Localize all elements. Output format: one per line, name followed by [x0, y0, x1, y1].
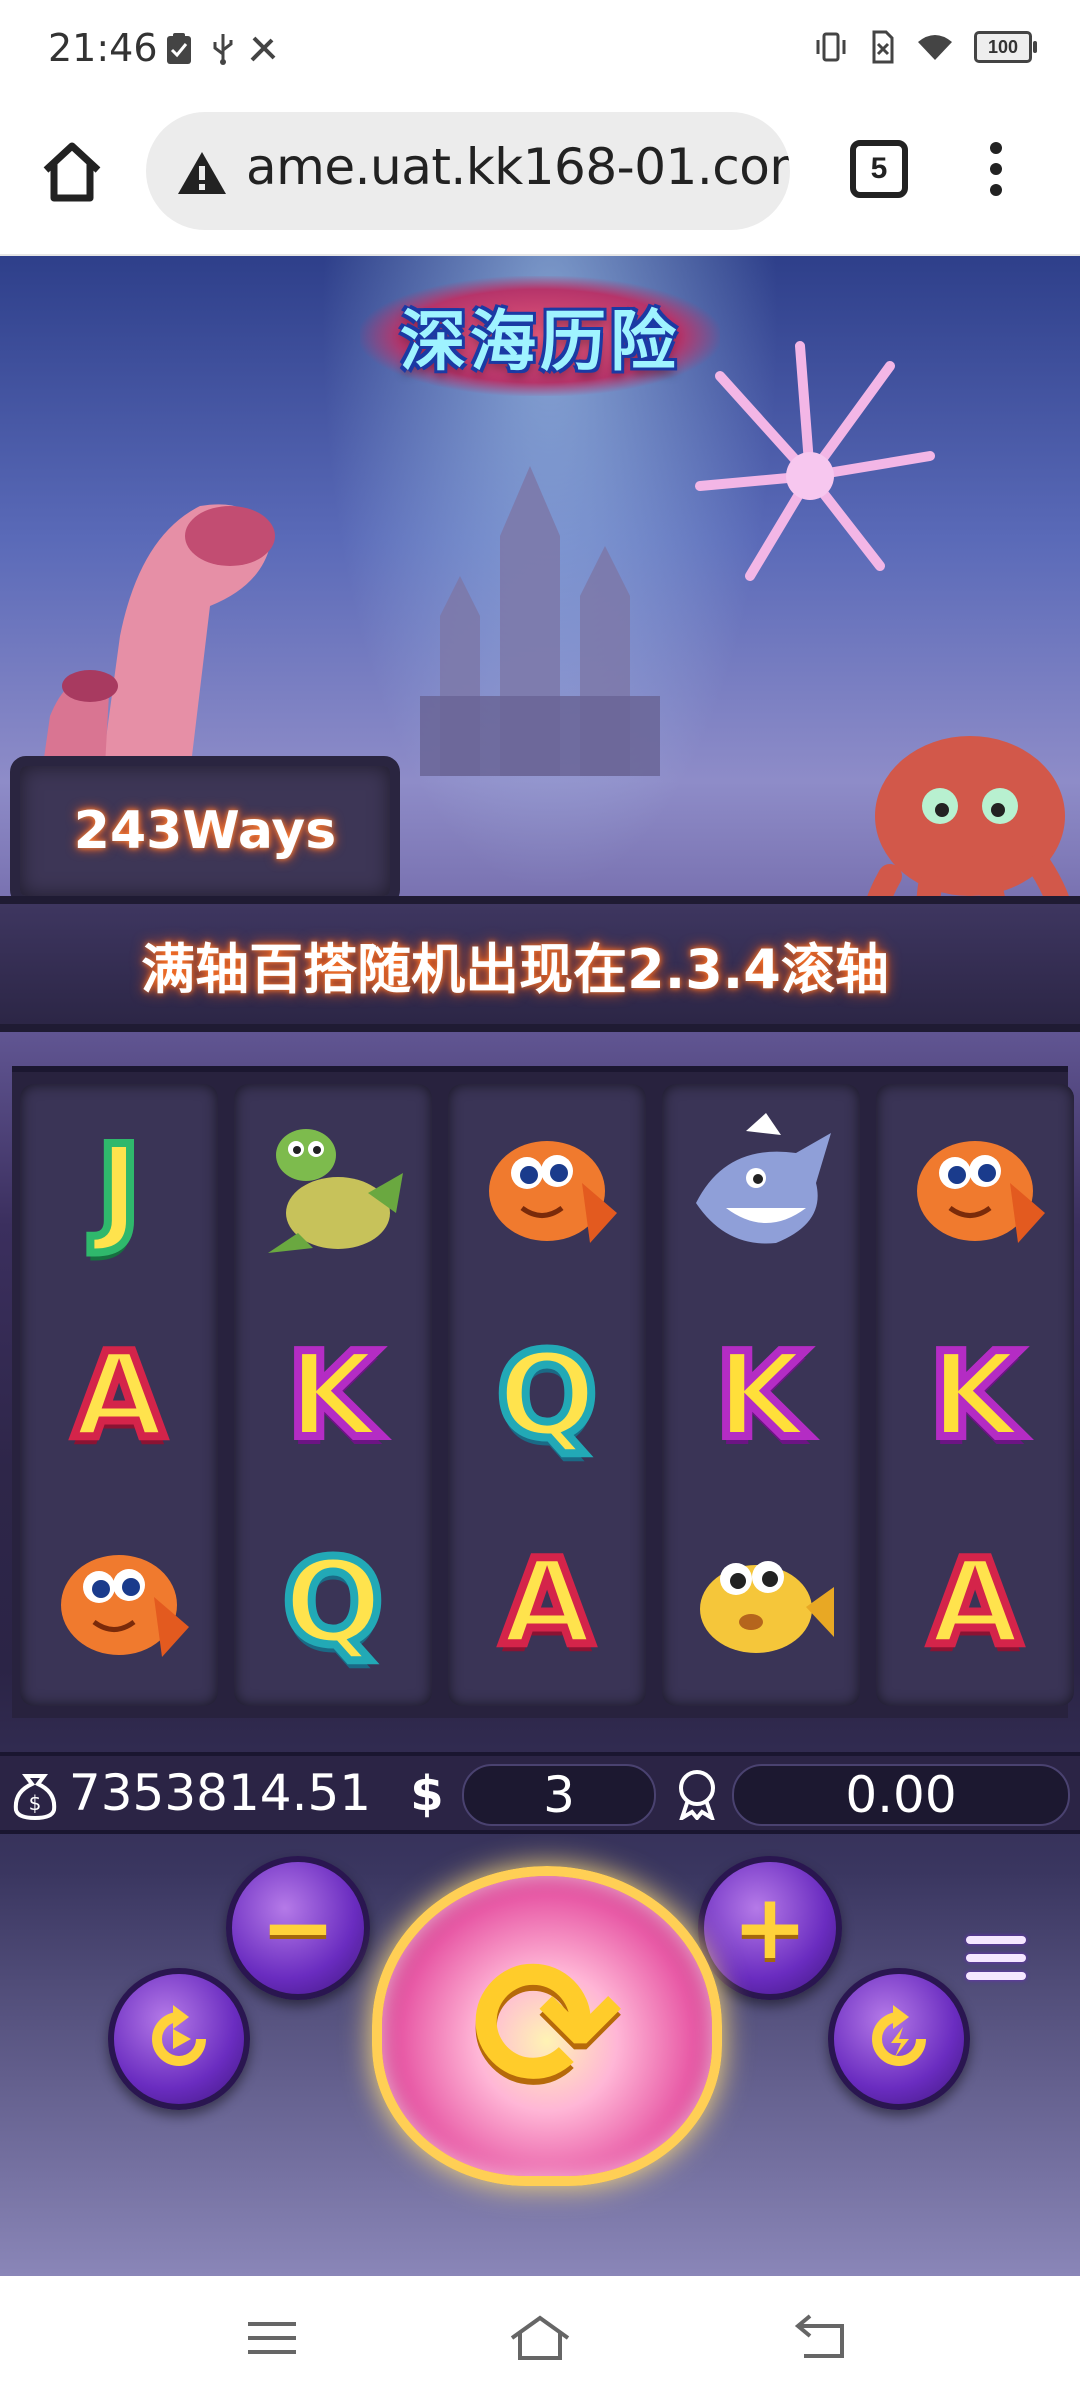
reels-grid: J A K Q Q A K K A — [12, 1066, 1074, 1718]
game-canvas[interactable]: 深海历险 243Ways 满轴百搭随机出现在2.3.4滚轴 J A K Q Q … — [0, 256, 1080, 2276]
nav-home-icon[interactable] — [508, 2308, 572, 2368]
reel-symbol: A — [20, 1291, 218, 1498]
symbol-j: J — [93, 1118, 145, 1257]
plus-icon: + — [732, 1875, 808, 1980]
status-bar: 21:46 100 — [0, 0, 1080, 100]
reel-symbol: K — [234, 1291, 432, 1498]
spin-button[interactable]: ⟳ — [372, 1866, 722, 2186]
address-bar[interactable]: ame.uat.kk168-01.com — [146, 112, 790, 230]
reel-symbol — [234, 1084, 432, 1291]
autoplay-icon — [152, 2005, 206, 2066]
status-time: 21:46 — [48, 26, 158, 70]
clownfish-symbol — [917, 1140, 1045, 1243]
reel-symbol — [448, 1084, 646, 1291]
minus-icon: − — [260, 1875, 336, 1980]
win-value: 0.00 — [732, 1764, 1070, 1826]
bet-value[interactable]: 3 — [462, 1764, 656, 1826]
symbol-a: A — [925, 1532, 1024, 1671]
reel-symbol: Q — [448, 1291, 646, 1498]
back-icon[interactable] — [790, 2308, 854, 2368]
symbol-q: Q — [493, 1325, 601, 1464]
spin-icon: ⟳ — [471, 1925, 623, 2126]
home-icon[interactable] — [38, 138, 106, 206]
tabs-icon[interactable]: 5 — [850, 140, 908, 198]
warning-icon — [178, 152, 226, 194]
info-bar: $ 7353814.51 $ 3 0.00 — [0, 1752, 1080, 1834]
balance-value: 7353814.51 — [68, 1764, 372, 1822]
vibrate-icon — [816, 32, 846, 62]
ways-label: 243Ways — [73, 801, 337, 861]
increase-bet-button[interactable]: + — [698, 1856, 842, 2000]
reel-5: K A — [876, 1084, 1074, 1706]
status-right: 100 — [814, 30, 1037, 64]
reel-symbol: Q — [234, 1498, 432, 1705]
recents-menu-icon[interactable] — [240, 2308, 304, 2368]
reel-symbol — [662, 1498, 860, 1705]
reel-symbol: A — [448, 1498, 646, 1705]
url-text: ame.uat.kk168-01.com — [246, 138, 790, 196]
reel-symbol: A — [876, 1498, 1074, 1705]
reel-symbol: K — [876, 1291, 1074, 1498]
symbol-a: A — [497, 1532, 596, 1671]
reel-symbol: J — [20, 1084, 218, 1291]
battery-icon: 100 — [974, 31, 1037, 63]
tools-icon — [250, 36, 276, 62]
money-bag-icon: $ — [13, 1774, 57, 1820]
feature-banner-text: 满轴百搭随机出现在2.3.4滚轴 — [141, 937, 889, 1001]
ways-sign: 243Ways — [10, 756, 400, 906]
award-medal-icon — [679, 1770, 715, 1820]
turbo-button[interactable] — [828, 1968, 970, 2110]
symbol-k: K — [283, 1325, 382, 1464]
svg-text:$: $ — [29, 1791, 42, 1815]
reel-3: Q A — [448, 1084, 646, 1706]
pufferfish-symbol — [700, 1560, 834, 1653]
reel-4: K — [662, 1084, 860, 1706]
usb-icon — [213, 34, 233, 65]
svg-text:$: $ — [410, 1766, 443, 1820]
game-title-logo: 深海历险 — [360, 276, 720, 396]
system-nav-bar — [0, 2276, 1080, 2400]
browser-toolbar: ame.uat.kk168-01.com 5 — [0, 100, 1080, 256]
reel-1: J A — [20, 1084, 218, 1706]
turbo-icon — [872, 2005, 926, 2066]
symbol-k: K — [925, 1325, 1024, 1464]
clownfish-symbol — [61, 1554, 189, 1657]
shark-symbol — [696, 1112, 831, 1243]
reel-symbol — [876, 1084, 1074, 1291]
reel-symbol — [20, 1498, 218, 1705]
wifi-icon — [918, 35, 952, 60]
controls-panel: − + ⟳ — [0, 1836, 1080, 2276]
clownfish-symbol — [489, 1140, 617, 1243]
symbol-a: A — [69, 1325, 168, 1464]
decrease-bet-button[interactable]: − — [226, 1856, 370, 2000]
reel-2: K Q — [234, 1084, 432, 1706]
autoplay-button[interactable] — [108, 1968, 250, 2110]
reel-symbol — [662, 1084, 860, 1291]
no-sim-icon — [872, 30, 894, 64]
symbol-q: Q — [279, 1532, 387, 1671]
feature-banner: 满轴百搭随机出现在2.3.4滚轴 — [0, 896, 1080, 1032]
turtle-symbol — [268, 1128, 403, 1253]
symbol-k: K — [711, 1325, 810, 1464]
game-title: 深海历险 — [400, 303, 680, 380]
dollar-icon: $ — [410, 1766, 443, 1820]
more-vert-icon[interactable] — [980, 138, 1012, 198]
game-menu-icon[interactable] — [966, 1936, 1026, 1988]
reel-symbol: K — [662, 1291, 860, 1498]
castle-decoration — [420, 466, 660, 776]
clipboard-check-icon — [167, 33, 191, 64]
